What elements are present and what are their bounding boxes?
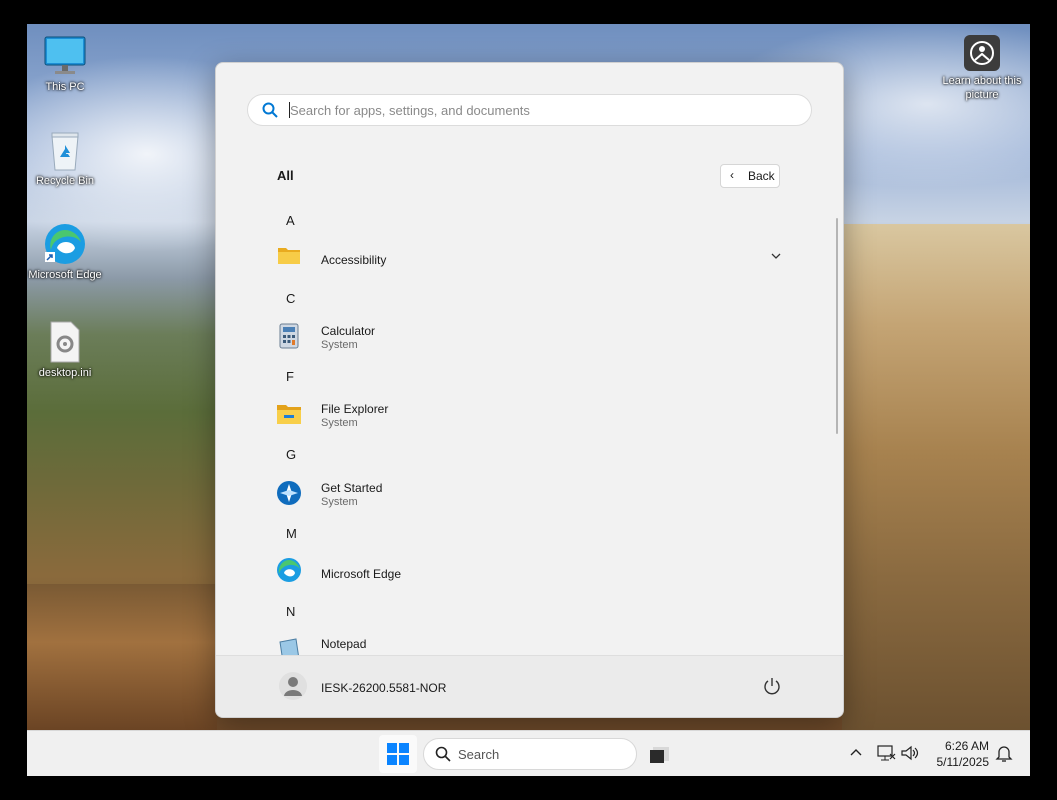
calculator-icon [276,323,302,349]
app-subtitle: System [321,496,358,508]
user-avatar[interactable] [279,672,307,700]
clock-time: 6:26 AM [944,739,989,753]
desktop-icon-microsoft-edge[interactable]: Microsoft Edge [27,222,105,282]
app-microsoft-edge[interactable]: Microsoft Edge [276,553,786,589]
group-letter-m[interactable]: M [286,526,297,541]
task-view-button[interactable] [647,741,673,767]
show-hidden-icons-button[interactable] [845,742,867,764]
app-file-explorer[interactable]: File Explorer System [276,397,786,433]
app-name: Get Started [321,481,383,495]
settings-file-icon [43,320,87,364]
folder-icon [276,242,302,268]
app-name: Accessibility [321,253,387,267]
app-calculator[interactable]: Calculator System [276,319,786,355]
start-menu: Search for apps, settings, and documents… [215,62,844,718]
network-icon [877,745,896,761]
taskbar: Search 6:26 AM 5/11/2025 [27,730,1030,776]
windows-logo-icon [387,743,409,765]
group-letter-c[interactable]: C [286,291,295,306]
power-button[interactable] [761,675,783,697]
volume-button[interactable] [899,742,921,764]
back-button[interactable]: ‹ Back [720,164,780,188]
search-placeholder: Search for apps, settings, and documents [290,103,530,118]
desktop-icon-this-pc[interactable]: This PC [27,34,105,94]
file-explorer-icon [276,401,302,427]
start-search-input[interactable]: Search for apps, settings, and documents [247,94,812,126]
desktop-icon-label: This PC [45,81,85,93]
desktop-screen: This PC Recycle Bin Microsoft Edge deskt… [27,24,1030,776]
get-started-icon [276,480,302,506]
clock-date: 5/11/2025 [936,755,990,769]
app-name: Calculator [321,324,376,338]
monitor-icon [43,34,87,78]
wallpaper-bridge [842,224,1030,730]
edge-icon [276,557,302,583]
app-list-scrollbar[interactable] [836,218,838,434]
desktop-icon-recycle-bin[interactable]: Recycle Bin [27,128,105,188]
app-get-started[interactable]: Get Started System [276,476,786,512]
app-name: Notepad [321,637,367,651]
group-letter-f[interactable]: F [286,369,294,384]
edge-icon [43,222,87,266]
taskbar-search-box[interactable]: Search [423,738,637,770]
app-subtitle: System [321,339,358,351]
wallpaper-cliff [27,584,217,730]
notification-button[interactable] [993,742,1015,764]
search-icon [262,102,278,118]
recycle-bin-icon [43,128,87,172]
app-name: Microsoft Edge [321,567,402,581]
task-view-icon [650,747,669,763]
desktop-icon-desktop-ini[interactable]: desktop.ini [27,320,105,380]
taskbar-search-label: Search [458,747,500,762]
app-name: File Explorer [321,402,389,416]
learn-about-label: Learn about this picture [942,75,1022,101]
start-menu-footer: IESK-26200.5581-NOR [216,655,843,717]
camera-info-icon [963,34,1001,72]
desktop-icon-label: desktop.ini [38,367,92,379]
group-letter-a[interactable]: A [286,213,295,228]
clock[interactable]: 6:26 AM 5/11/2025 [927,738,990,770]
back-button-label: Back [748,169,775,183]
desktop-icon-label: Recycle Bin [35,175,95,187]
app-accessibility[interactable]: Accessibility [276,238,786,274]
chevron-down-icon[interactable] [771,252,781,260]
all-apps-heading: All [277,168,294,183]
network-button[interactable] [875,742,897,764]
group-letter-g[interactable]: G [286,447,296,462]
chevron-left-icon: ‹ [730,168,734,182]
learn-about-picture[interactable]: Learn about this picture [942,34,1022,102]
person-icon [284,677,302,696]
user-name[interactable]: IESK-26200.5581-NOR [321,681,446,695]
search-icon [435,746,451,762]
app-subtitle: System [321,417,358,429]
group-letter-n[interactable]: N [286,604,295,619]
power-icon [764,678,780,695]
speaker-icon [901,745,919,761]
start-button[interactable] [379,735,417,773]
chevron-up-icon [850,749,862,756]
notification-bell-icon [995,746,1013,762]
desktop-icon-label: Microsoft Edge [28,269,102,281]
